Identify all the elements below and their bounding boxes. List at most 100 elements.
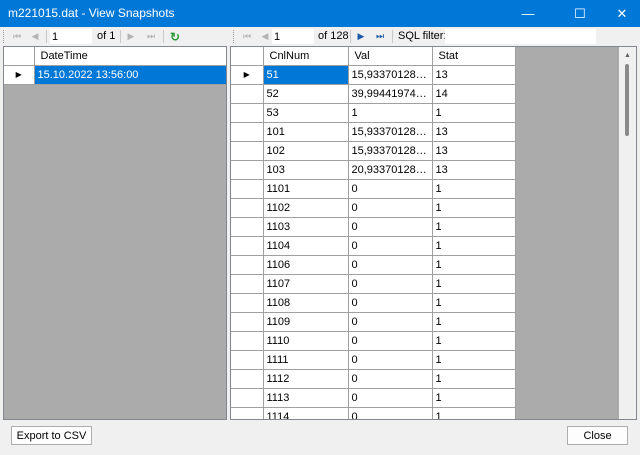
stat-cell[interactable]: 1 xyxy=(432,217,516,237)
table-row[interactable]: 1110 0 1 xyxy=(231,331,516,351)
datetime-cell[interactable]: 15.10.2022 13:56:00 xyxy=(34,65,226,85)
stat-cell[interactable]: 1 xyxy=(432,274,516,294)
row-header[interactable] xyxy=(231,217,264,237)
move-next-icon[interactable]: ▶ xyxy=(353,29,369,44)
cnlnum-cell[interactable]: 52 xyxy=(263,84,349,104)
table-row[interactable]: 1101 0 1 xyxy=(231,179,516,199)
stat-cell[interactable]: 1 xyxy=(432,350,516,370)
row-header[interactable] xyxy=(231,141,264,161)
stat-cell[interactable]: 1 xyxy=(432,293,516,313)
row-header[interactable] xyxy=(231,236,264,256)
table-row[interactable]: 1107 0 1 xyxy=(231,274,516,294)
cnlnum-cell[interactable]: 103 xyxy=(263,160,349,180)
toolbar-grip[interactable] xyxy=(233,30,236,43)
val-cell[interactable]: 39,99441974999... xyxy=(348,84,433,104)
val-cell[interactable]: 0 xyxy=(348,312,433,332)
val-cell[interactable]: 15,93370128027... xyxy=(348,122,433,142)
cnlnum-cell[interactable]: 1111 xyxy=(263,350,349,370)
row-header[interactable] xyxy=(231,103,264,123)
row-header[interactable] xyxy=(231,293,264,313)
cnlnum-cell[interactable]: 1103 xyxy=(263,217,349,237)
table-row[interactable]: 1102 0 1 xyxy=(231,198,516,218)
val-cell[interactable]: 0 xyxy=(348,350,433,370)
row-header[interactable] xyxy=(231,84,264,104)
cnlnum-cell[interactable]: 51 xyxy=(263,65,349,85)
row-header-corner[interactable] xyxy=(231,47,264,66)
row-header[interactable]: ▶ xyxy=(4,65,35,85)
cnlnum-cell[interactable]: 1107 xyxy=(263,274,349,294)
position-input[interactable] xyxy=(272,29,314,44)
stat-cell[interactable]: 1 xyxy=(432,103,516,123)
stat-cell[interactable]: 1 xyxy=(432,407,516,419)
stat-cell[interactable]: 1 xyxy=(432,312,516,332)
table-row[interactable]: 1108 0 1 xyxy=(231,293,516,313)
stat-cell[interactable]: 1 xyxy=(432,198,516,218)
stat-cell[interactable]: 1 xyxy=(432,331,516,351)
toolbar-grip[interactable] xyxy=(3,30,6,43)
cnlnum-cell[interactable]: 1106 xyxy=(263,255,349,275)
table-row[interactable]: 1104 0 1 xyxy=(231,236,516,256)
stat-cell[interactable]: 1 xyxy=(432,236,516,256)
row-header[interactable] xyxy=(231,388,264,408)
table-row[interactable]: 10320,93370128027...13 xyxy=(231,160,516,180)
val-cell[interactable]: 0 xyxy=(348,293,433,313)
cnlnum-cell[interactable]: 1110 xyxy=(263,331,349,351)
stat-cell[interactable]: 1 xyxy=(432,179,516,199)
close-window-button[interactable]: ✕ xyxy=(606,0,638,27)
row-header[interactable] xyxy=(231,312,264,332)
move-first-icon[interactable]: ⏮ xyxy=(239,29,255,44)
cnlnum-cell[interactable]: 1112 xyxy=(263,369,349,389)
maximize-button[interactable]: ☐ xyxy=(564,0,596,27)
val-cell[interactable]: 0 xyxy=(348,179,433,199)
val-cell[interactable]: 0 xyxy=(348,217,433,237)
val-cell[interactable]: 0 xyxy=(348,236,433,256)
cnlnum-cell[interactable]: 102 xyxy=(263,141,349,161)
row-header[interactable] xyxy=(231,407,264,419)
table-row[interactable]: 1111 0 1 xyxy=(231,350,516,370)
row-header[interactable] xyxy=(231,198,264,218)
table-row[interactable]: 1113 0 1 xyxy=(231,388,516,408)
table-row[interactable]: 10215,93370128027...13 xyxy=(231,141,516,161)
stat-cell[interactable]: 13 xyxy=(432,141,516,161)
val-cell[interactable]: 0 xyxy=(348,331,433,351)
cnlnum-cell[interactable]: 1114 xyxy=(263,407,349,419)
move-first-icon[interactable]: ⏮ xyxy=(9,29,25,44)
val-cell[interactable]: 0 xyxy=(348,198,433,218)
table-row[interactable]: 1106 0 1 xyxy=(231,255,516,275)
refresh-icon[interactable]: ↻ xyxy=(167,29,183,44)
row-header[interactable] xyxy=(231,122,264,142)
export-csv-button[interactable]: Export to CSV xyxy=(11,426,92,445)
row-header[interactable] xyxy=(231,350,264,370)
table-row[interactable]: 10115,93370128027...13 xyxy=(231,122,516,142)
table-row[interactable]: 5239,99441974999...14 xyxy=(231,84,516,104)
cnlnum-cell[interactable]: 1102 xyxy=(263,198,349,218)
val-cell[interactable]: 0 xyxy=(348,274,433,294)
row-header[interactable]: ▶ xyxy=(231,65,264,85)
scrollbar-thumb[interactable] xyxy=(625,64,629,136)
row-header[interactable] xyxy=(231,179,264,199)
move-next-icon[interactable]: ▶ xyxy=(123,29,139,44)
cnlnum-cell[interactable]: 101 xyxy=(263,122,349,142)
row-header[interactable] xyxy=(231,274,264,294)
stat-cell[interactable]: 13 xyxy=(432,65,516,85)
row-header[interactable] xyxy=(231,160,264,180)
row-header-corner[interactable] xyxy=(4,47,35,66)
datetime-column-header[interactable]: DateTime xyxy=(34,47,226,66)
val-cell[interactable]: 15,93370128027... xyxy=(348,65,433,85)
move-last-icon[interactable]: ⏭ xyxy=(372,29,388,44)
stat-cell[interactable]: 1 xyxy=(432,388,516,408)
row-header[interactable] xyxy=(231,369,264,389)
val-cell[interactable]: 15,93370128027... xyxy=(348,141,433,161)
stat-cell[interactable]: 1 xyxy=(432,255,516,275)
table-row[interactable]: ▶5115,93370128027...13 xyxy=(231,65,516,85)
row-header[interactable] xyxy=(231,331,264,351)
table-row[interactable]: 1112 0 1 xyxy=(231,369,516,389)
table-row[interactable]: ▶ 15.10.2022 13:56:00 xyxy=(4,65,226,85)
move-previous-icon[interactable]: ◀ xyxy=(27,29,43,44)
stat-cell[interactable]: 13 xyxy=(432,160,516,180)
close-button[interactable]: Close xyxy=(567,426,628,445)
stat-cell[interactable]: 13 xyxy=(432,122,516,142)
cnlnum-cell[interactable]: 53 xyxy=(263,103,349,123)
cnlnum-cell[interactable]: 1104 xyxy=(263,236,349,256)
scroll-up-icon[interactable]: ▲ xyxy=(619,47,636,64)
